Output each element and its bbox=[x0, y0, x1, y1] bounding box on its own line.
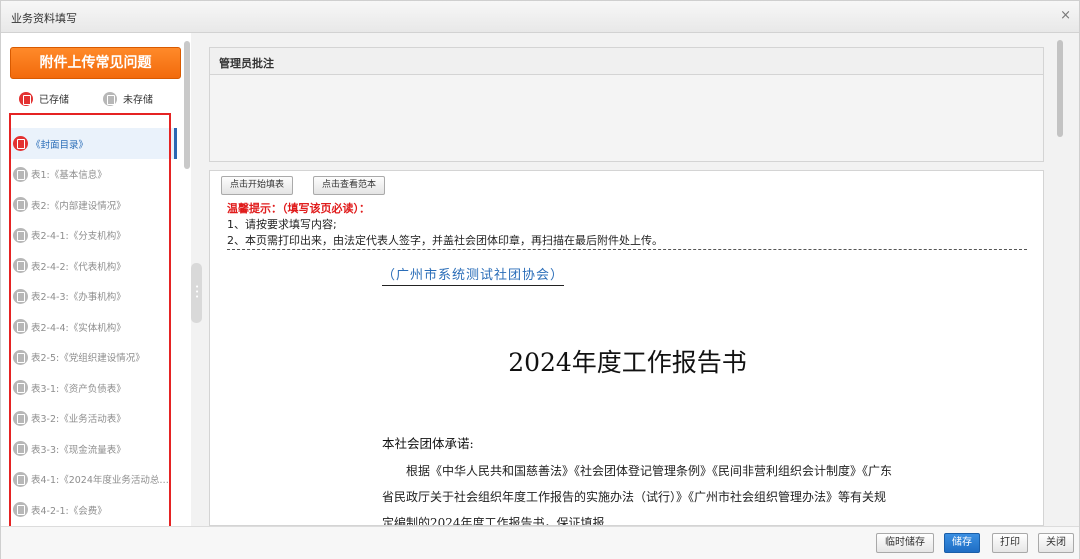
dialog-window: 业务资料填写 × 附件上传常见问题 已存储 未存储 《封面目录》 表1:《基本信… bbox=[0, 0, 1080, 559]
admin-remark-panel: 管理员批注 bbox=[209, 47, 1044, 162]
unsaved-disk-icon bbox=[13, 471, 28, 487]
nav-item-label: 表2-4-2:《代表机构》 bbox=[31, 261, 126, 273]
main-area: 管理员批注 点击开始填表 点击查看范本 温馨提示：（填写该页必读）： 1、请按要… bbox=[203, 33, 1053, 526]
tip-line: 1、请按要求填写内容; bbox=[227, 218, 337, 231]
footer-bar: 临时储存 储存 打印 关闭 bbox=[1, 526, 1079, 559]
left-scrollbar[interactable] bbox=[184, 41, 190, 169]
unsaved-disk-icon bbox=[13, 502, 28, 518]
nav-item-membership-fee[interactable]: 表4-2-1:《会费》 bbox=[11, 495, 177, 526]
nav-item-internal-construction[interactable]: 表2:《内部建设情况》 bbox=[11, 190, 177, 221]
legend-saved-label: 已存储 bbox=[39, 95, 69, 106]
panel-splitter[interactable]: • • • bbox=[191, 33, 203, 526]
nav-item-cash-flow[interactable]: 表3-3:《现金流量表》 bbox=[11, 434, 177, 465]
main-scrollbar[interactable] bbox=[1053, 33, 1079, 526]
nav-item-label: 表3-3:《现金流量表》 bbox=[31, 444, 126, 456]
unsaved-disk-icon bbox=[13, 441, 28, 457]
promise-heading: 本社会团体承诺: bbox=[382, 436, 474, 451]
unsaved-disk-icon bbox=[13, 227, 28, 243]
nav-item-label: 表4-2-1:《会费》 bbox=[31, 505, 107, 517]
nav-item-label: 表2-4-1:《分支机构》 bbox=[31, 231, 126, 243]
document-title: 2024年度工作报告书 bbox=[508, 348, 747, 377]
divider bbox=[227, 249, 1027, 250]
scrollbar-thumb[interactable] bbox=[1057, 40, 1063, 137]
tip-box: 温馨提示：（填写该页必读）： 1、请按要求填写内容; 2、本页需打印出来，由法定… bbox=[227, 201, 663, 249]
promise-body: 根据《中华人民共和国慈善法》《社会团体登记管理条例》《民间非营利组织会计制度》《… bbox=[382, 464, 893, 526]
view-sample-button[interactable]: 点击查看范本 bbox=[313, 176, 386, 195]
start-fill-button[interactable]: 点击开始填表 bbox=[221, 176, 294, 195]
print-button[interactable]: 打印 bbox=[992, 533, 1028, 553]
form-nav-list: 《封面目录》 表1:《基本信息》 表2:《内部建设情况》 表2-4-1:《分支机… bbox=[11, 128, 177, 525]
unsaved-disk-icon bbox=[13, 258, 28, 274]
faq-button[interactable]: 附件上传常见问题 bbox=[10, 47, 181, 79]
unsaved-disk-icon bbox=[13, 197, 28, 213]
unsaved-disk-icon bbox=[13, 349, 28, 365]
nav-item-label: 表4-1:《2024年度业务活动总体… bbox=[31, 475, 177, 487]
nav-item-label: 表2-5:《党组织建设情况》 bbox=[31, 353, 145, 365]
nav-item-annual-activity[interactable]: 表4-1:《2024年度业务活动总体… bbox=[11, 464, 177, 495]
saved-disk-icon bbox=[13, 136, 28, 151]
nav-item-party-building[interactable]: 表2-5:《党组织建设情况》 bbox=[11, 342, 177, 373]
tip-title: 温馨提示：（填写该页必读）： bbox=[227, 202, 370, 215]
nav-item-label: 表3-1:《资产负债表》 bbox=[31, 383, 126, 395]
org-name: （广州市系统测试社团协会） bbox=[382, 264, 565, 286]
form-button-row: 点击开始填表 点击查看范本 bbox=[221, 176, 386, 195]
nav-item-label: 表2-4-4:《实体机构》 bbox=[31, 322, 126, 334]
unsaved-disk-icon bbox=[13, 288, 28, 304]
legend-unsaved: 未存储 bbox=[103, 91, 153, 106]
nav-item-representative[interactable]: 表2-4-2:《代表机构》 bbox=[11, 251, 177, 282]
title-bar: 业务资料填写 × bbox=[1, 1, 1079, 33]
unsaved-disk-icon bbox=[103, 91, 117, 106]
nav-item-balance-sheet[interactable]: 表3-1:《资产负债表》 bbox=[11, 373, 177, 404]
save-button[interactable]: 储存 bbox=[944, 533, 980, 553]
nav-item-entity[interactable]: 表2-4-4:《实体机构》 bbox=[11, 312, 177, 343]
unsaved-disk-icon bbox=[13, 410, 28, 426]
unsaved-disk-icon bbox=[13, 380, 28, 396]
legend-saved: 已存储 bbox=[19, 91, 69, 106]
form-card: 点击开始填表 点击查看范本 温馨提示：（填写该页必读）： 1、请按要求填写内容;… bbox=[209, 170, 1044, 526]
nav-item-branch[interactable]: 表2-4-1:《分支机构》 bbox=[11, 220, 177, 251]
close-button[interactable]: 关闭 bbox=[1038, 533, 1074, 553]
temp-save-button[interactable]: 临时储存 bbox=[876, 533, 934, 553]
saved-disk-icon bbox=[19, 91, 33, 106]
window-title: 业务资料填写 bbox=[11, 12, 77, 25]
drag-dots-icon: • • • bbox=[195, 283, 200, 301]
nav-item-label: 表2-4-3:《办事机构》 bbox=[31, 292, 126, 304]
nav-item-label: 表3-2:《业务活动表》 bbox=[31, 414, 126, 426]
nav-item-cover[interactable]: 《封面目录》 bbox=[11, 128, 177, 159]
unsaved-disk-icon bbox=[13, 166, 28, 182]
nav-item-basic-info[interactable]: 表1:《基本信息》 bbox=[11, 159, 177, 190]
nav-item-label: 《封面目录》 bbox=[31, 139, 89, 151]
admin-remark-header: 管理员批注 bbox=[210, 48, 1043, 75]
legend-unsaved-label: 未存储 bbox=[123, 95, 153, 106]
nav-item-label: 表2:《内部建设情况》 bbox=[31, 200, 126, 212]
left-panel: 附件上传常见问题 已存储 未存储 《封面目录》 表1:《基本信息》 表2:《内部… bbox=[1, 33, 191, 540]
tip-line: 2、本页需打印出来，由法定代表人签字，并盖社会团体印章，再扫描在最后附件处上传。 bbox=[227, 234, 663, 247]
nav-item-activity-statement[interactable]: 表3-2:《业务活动表》 bbox=[11, 403, 177, 434]
nav-item-office[interactable]: 表2-4-3:《办事机构》 bbox=[11, 281, 177, 312]
nav-item-label: 表1:《基本信息》 bbox=[31, 170, 107, 182]
close-icon[interactable]: × bbox=[1060, 8, 1071, 23]
unsaved-disk-icon bbox=[13, 319, 28, 335]
